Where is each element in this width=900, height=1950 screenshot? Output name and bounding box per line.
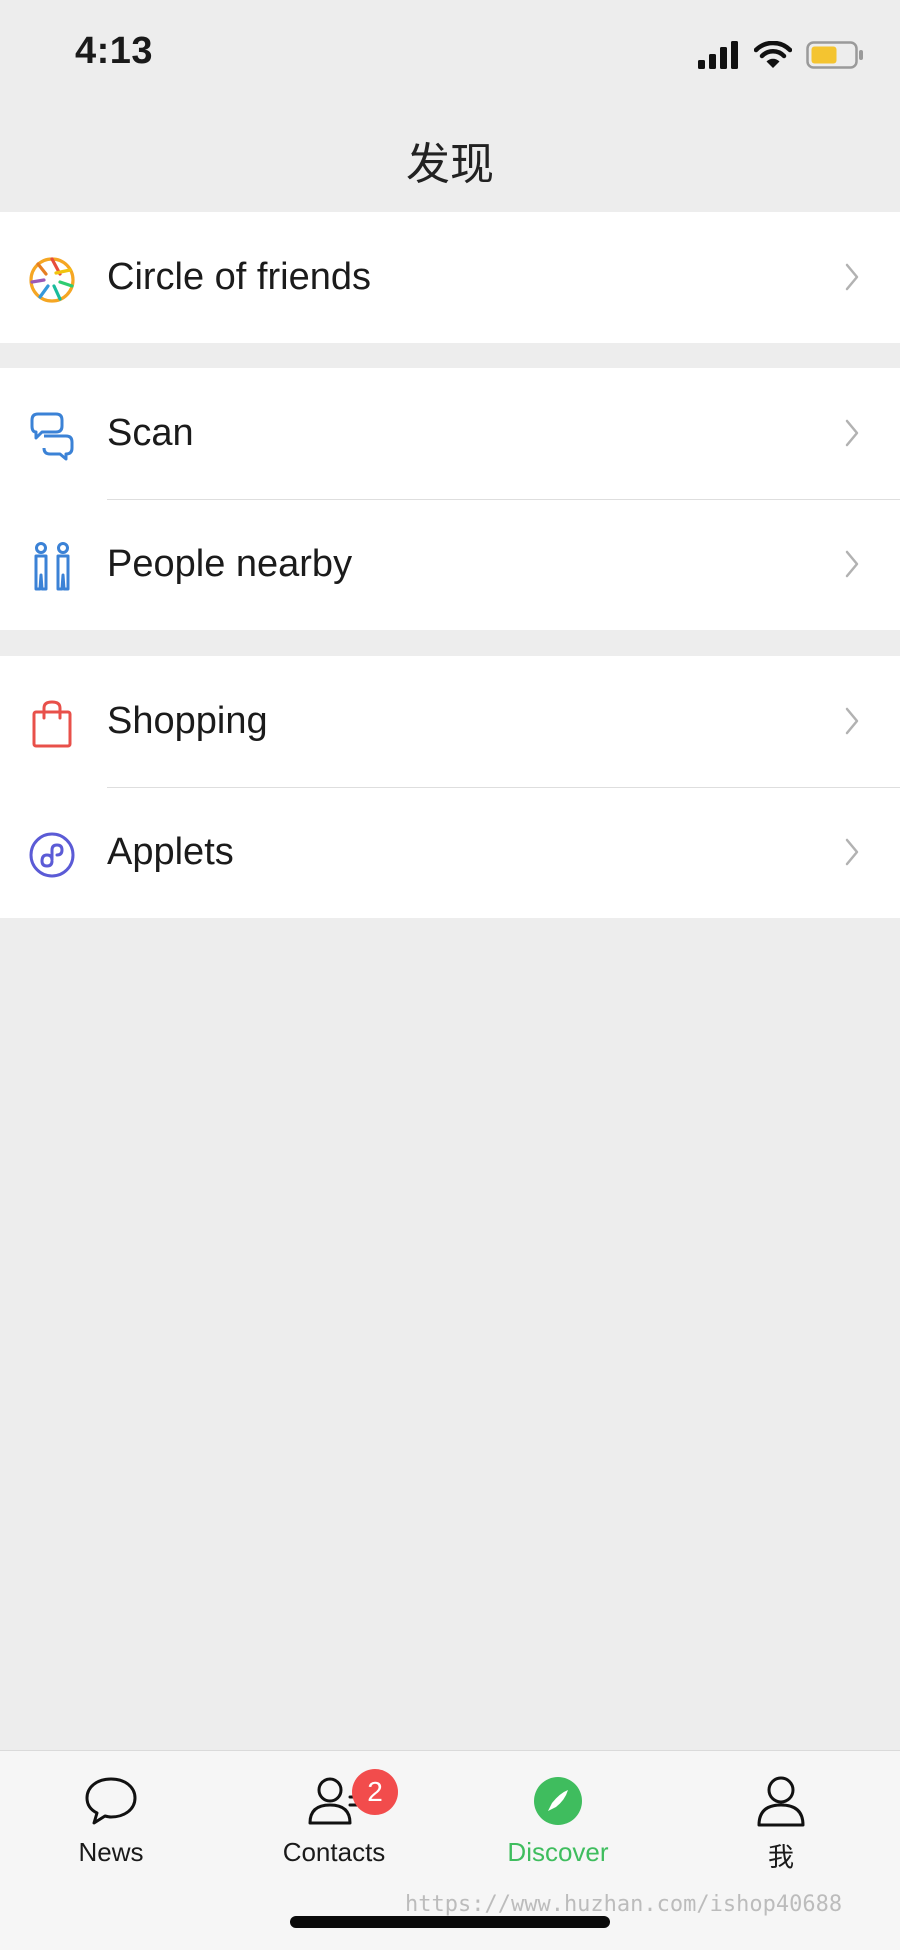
tab-label: News [78,1837,144,1867]
status-time: 4:13 [75,30,154,72]
wifi-icon [754,41,792,68]
status-icons [698,38,864,72]
battery-icon [806,41,863,69]
menu-group-moments: Circle of friends [0,212,900,343]
tab-contacts[interactable]: 2 Contacts [254,1763,414,1873]
chevron-right-icon [845,419,859,447]
chevron-right-icon [845,838,859,866]
aperture-icon [29,257,75,303]
menu-item-people-nearby[interactable]: People nearby [0,499,900,630]
scan-icon [30,412,74,461]
compass-icon [534,1777,582,1825]
people-nearby-icon [34,542,70,591]
profile-icon [757,1776,805,1827]
chevron-right-icon [845,707,859,735]
menu-item-shopping[interactable]: Shopping [0,656,900,787]
menu-item-label: People nearby [107,543,353,585]
menu-item-applets[interactable]: Applets [0,787,900,918]
applets-icon [29,832,75,878]
status-bar: 4:13 [0,0,900,110]
chat-bubble-icon [85,1777,137,1825]
tab-label: Contacts [282,1837,386,1867]
menu-item-label: Circle of friends [107,256,371,298]
tab-news[interactable]: News [31,1763,191,1873]
tab-label: 我 [767,1842,794,1872]
chevron-right-icon [845,550,859,578]
chevron-right-icon [845,263,859,291]
tab-discover[interactable]: Discover [478,1763,638,1873]
page-title: 发现 [406,139,494,190]
menu-item-label: Scan [107,412,194,454]
tab-label: Discover [507,1837,609,1867]
signal-icon [698,41,738,69]
menu-item-label: Applets [107,831,234,873]
tab-me[interactable]: 我 [701,1763,861,1873]
shopping-bag-icon [32,700,72,748]
menu-group-tools: Scan People nearby [0,368,900,630]
menu-item-circle-of-friends[interactable]: Circle of friends [0,212,900,343]
menu-item-scan[interactable]: Scan [0,368,900,499]
contacts-badge: 2 [352,1769,398,1815]
menu-group-services: Shopping Applets [0,656,900,918]
menu-item-label: Shopping [107,700,268,742]
home-indicator[interactable] [290,1916,610,1928]
watermark: https://www.huzhan.com/ishop40688 [405,1892,843,1917]
